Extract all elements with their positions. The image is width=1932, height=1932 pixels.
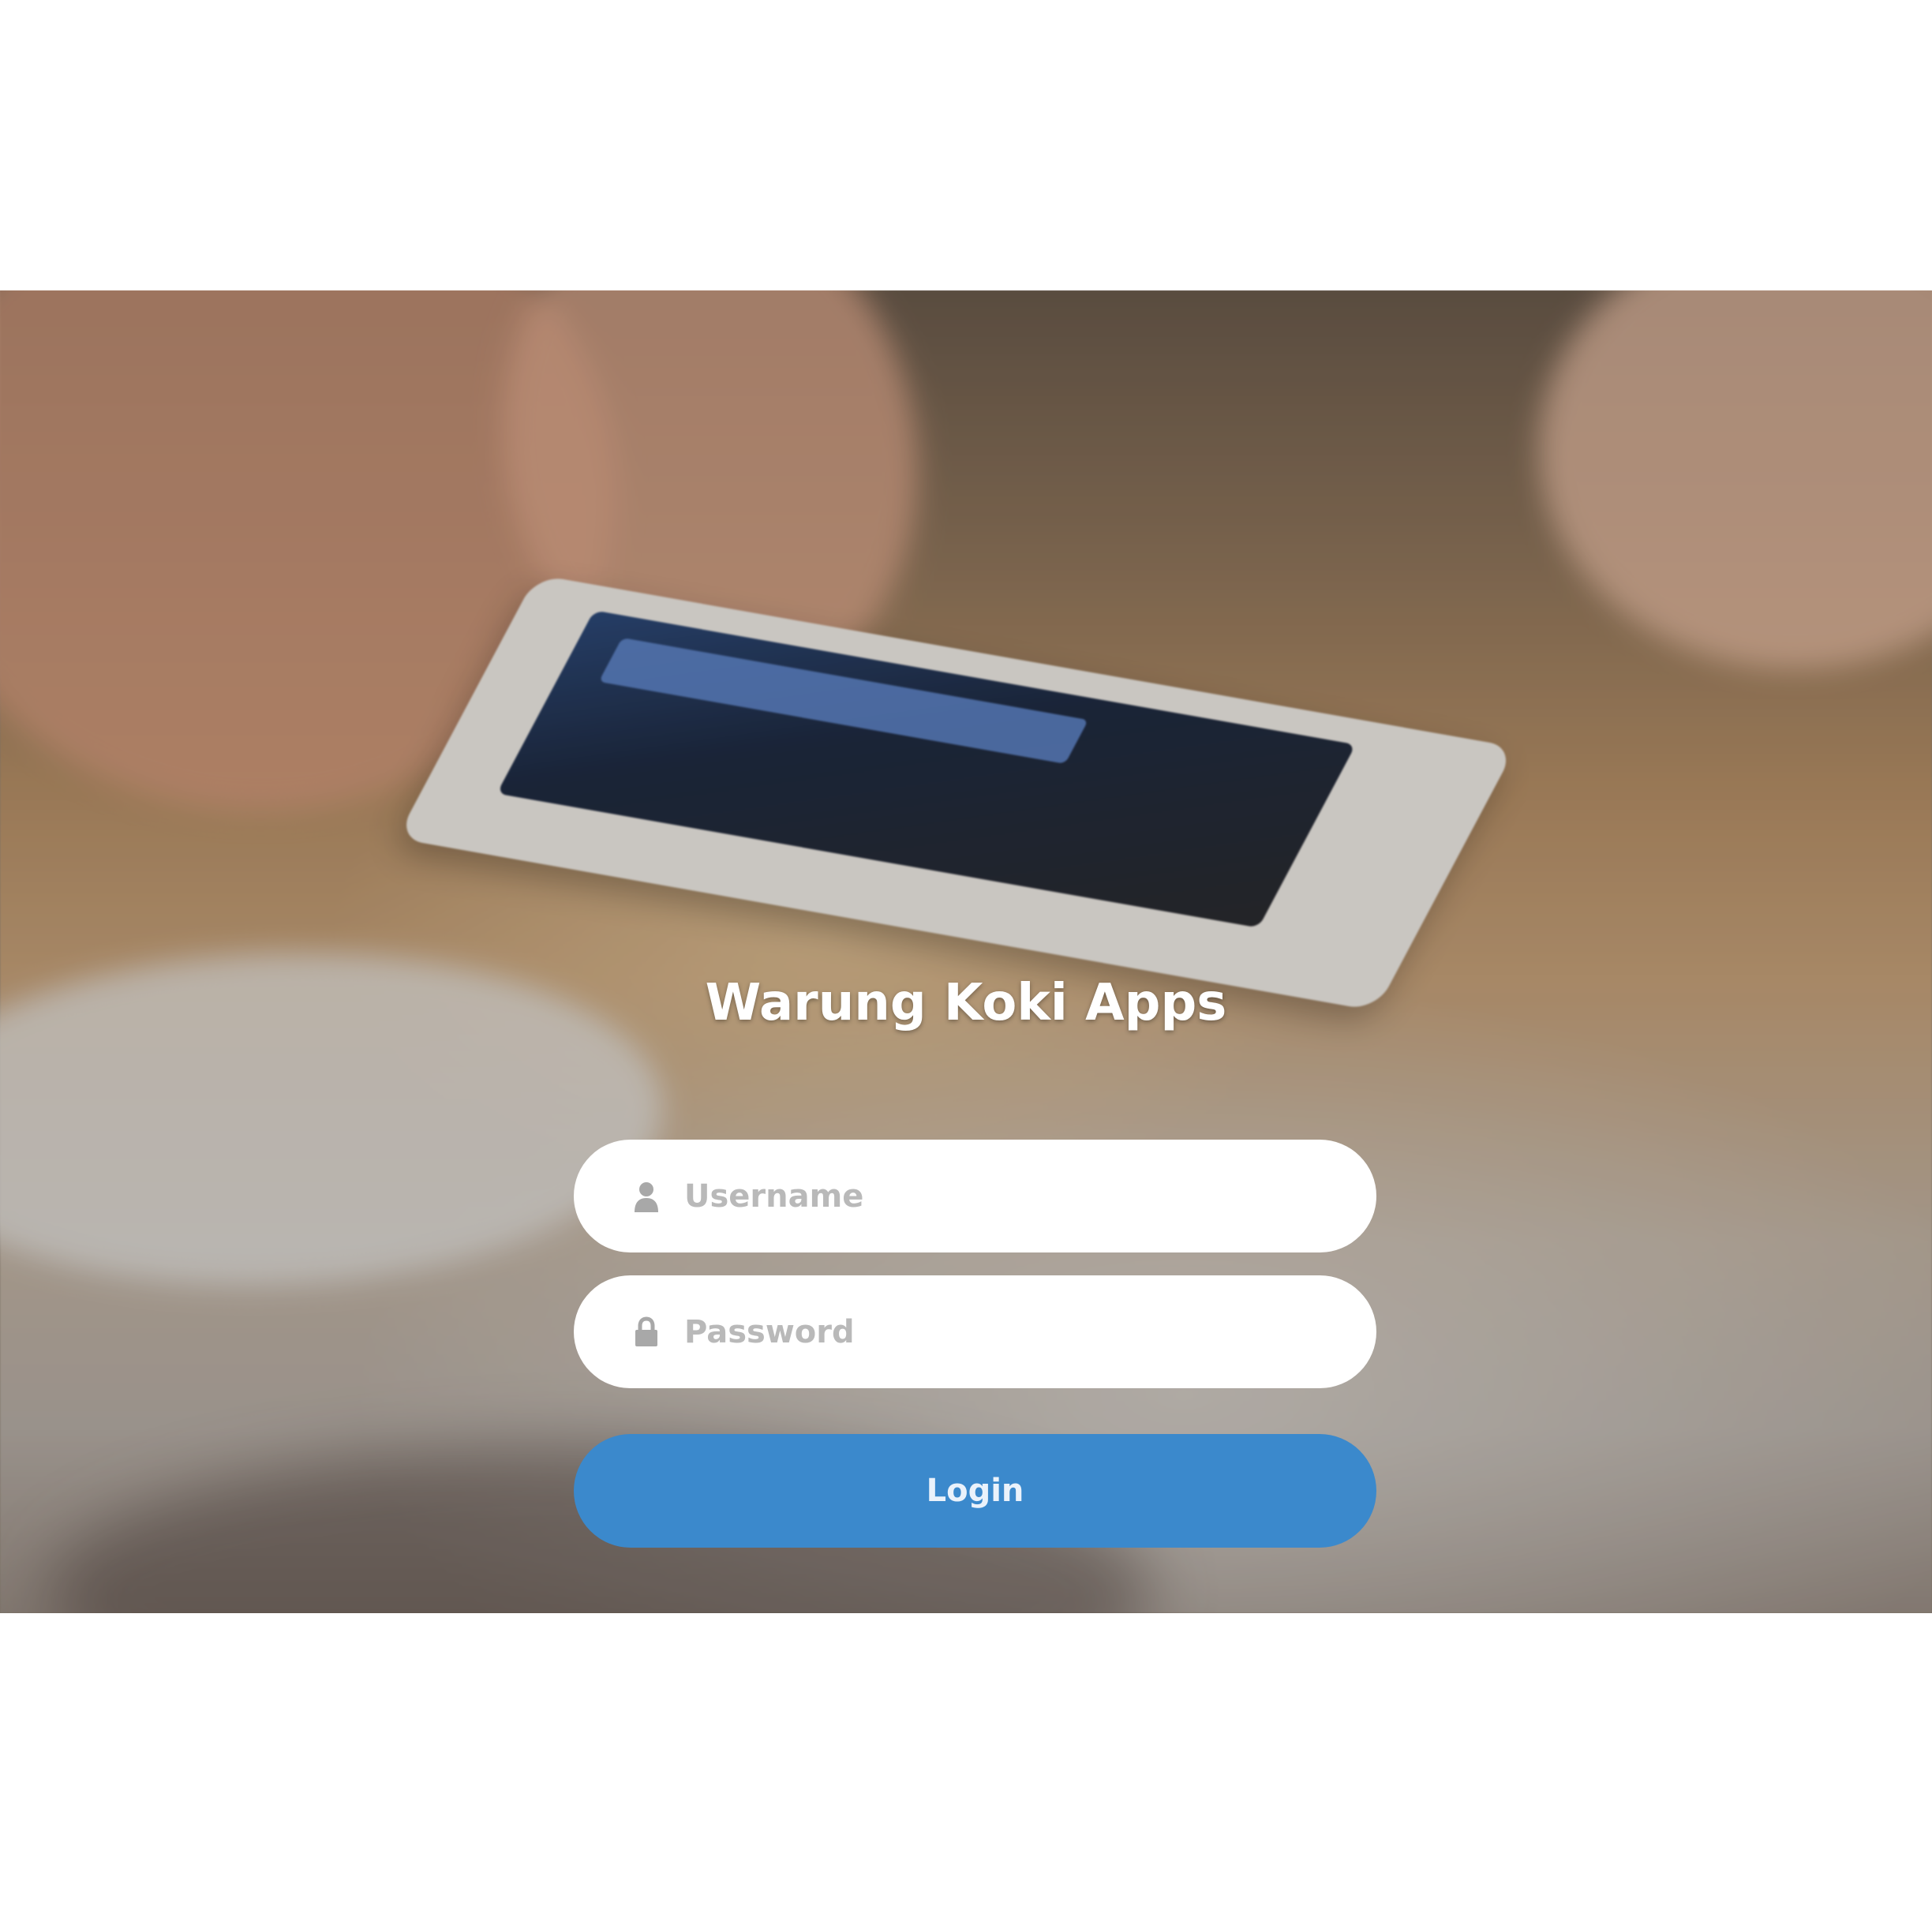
lock-icon bbox=[631, 1315, 662, 1350]
login-button[interactable]: Login bbox=[574, 1434, 1376, 1548]
login-screen: Warung Koki Apps Login bbox=[0, 0, 1932, 1932]
password-input[interactable] bbox=[684, 1313, 1316, 1350]
password-field[interactable] bbox=[574, 1275, 1376, 1388]
username-input[interactable] bbox=[684, 1178, 1316, 1215]
page-title: Warung Koki Apps bbox=[705, 974, 1227, 1032]
hero-background: Warung Koki Apps Login bbox=[0, 290, 1932, 1613]
background-overlay bbox=[0, 290, 1932, 1613]
username-field[interactable] bbox=[574, 1140, 1376, 1252]
user-icon bbox=[631, 1179, 662, 1214]
